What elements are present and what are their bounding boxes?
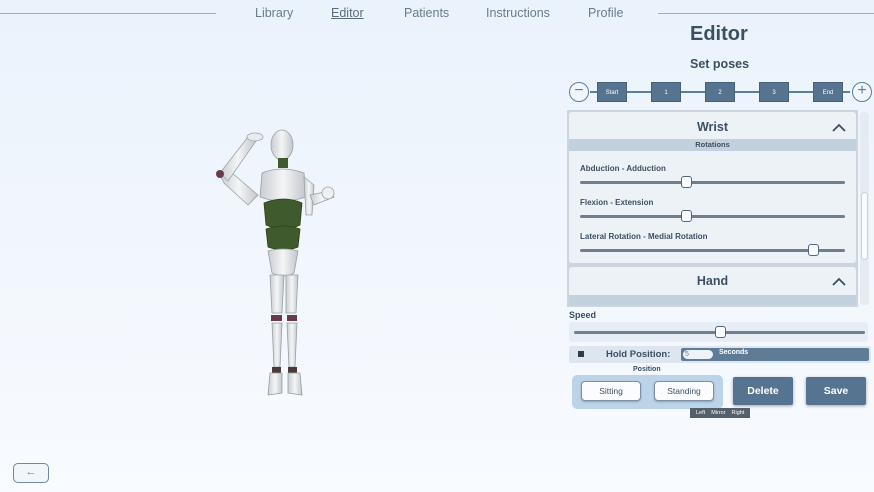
rotation-label: Flexion - Extension bbox=[580, 198, 654, 207]
rotation-label: Abduction - Adduction bbox=[580, 164, 666, 173]
slider-thumb[interactable] bbox=[714, 326, 726, 338]
save-button[interactable]: Save bbox=[806, 377, 866, 405]
hand-title: Hand bbox=[696, 274, 729, 288]
position-group: Sitting Standing bbox=[572, 375, 723, 409]
set-poses-heading: Set poses bbox=[690, 57, 750, 71]
page-title: Editor bbox=[690, 23, 748, 45]
pose-end-button[interactable]: End bbox=[813, 82, 843, 102]
slider-thumb[interactable] bbox=[681, 210, 692, 222]
standing-button[interactable]: Standing bbox=[654, 381, 714, 401]
mannequin-figure bbox=[216, 129, 335, 396]
joint-panel: Wrist Rotations Abduction - Adduction Fl… bbox=[567, 110, 858, 307]
lateral-rotation-slider[interactable] bbox=[580, 244, 845, 256]
nav-patients[interactable]: Patients bbox=[404, 6, 449, 20]
back-button[interactable]: ← bbox=[13, 463, 49, 483]
wrist-title: Wrist bbox=[696, 120, 729, 134]
abduction-slider[interactable] bbox=[580, 176, 845, 188]
panel-scrollbar[interactable] bbox=[860, 112, 869, 305]
top-nav: Library Editor Patients Instructions Pro… bbox=[0, 6, 874, 24]
wrist-card: Wrist Rotations Abduction - Adduction Fl… bbox=[569, 112, 856, 263]
rotations-header: Rotations bbox=[569, 139, 856, 151]
hold-position-label: Hold Position: bbox=[606, 349, 671, 360]
position-title: Position bbox=[633, 366, 661, 373]
nav-editor[interactable]: Editor bbox=[331, 6, 364, 20]
nav-instructions[interactable]: Instructions bbox=[486, 6, 550, 20]
hand-card: Hand bbox=[569, 267, 856, 305]
scrollbar-thumb[interactable] bbox=[861, 192, 868, 260]
plus-circle-icon[interactable]: + bbox=[852, 82, 872, 102]
hold-seconds-input[interactable] bbox=[683, 350, 713, 359]
flexion-slider[interactable] bbox=[580, 210, 845, 222]
pose-start-button[interactable]: Start bbox=[597, 82, 627, 102]
rotation-label: Lateral Rotation - Medial Rotation bbox=[580, 232, 708, 241]
sitting-button[interactable]: Sitting bbox=[581, 381, 641, 401]
tooltip-left[interactable]: Left bbox=[696, 410, 705, 416]
minus-circle-icon[interactable]: − bbox=[569, 82, 589, 102]
nav-profile[interactable]: Profile bbox=[588, 6, 623, 20]
hand-section-strip bbox=[569, 295, 856, 305]
delete-button[interactable]: Delete bbox=[733, 377, 793, 405]
hold-unit-label: Seconds bbox=[719, 349, 749, 356]
nav-library[interactable]: Library bbox=[255, 6, 293, 20]
mannequin-viewport[interactable] bbox=[200, 125, 350, 405]
pose-2-button[interactable]: 2 bbox=[705, 82, 735, 102]
chevron-up-icon[interactable] bbox=[832, 123, 846, 133]
slider-thumb[interactable] bbox=[808, 244, 820, 256]
hold-position-row: Hold Position: Seconds bbox=[569, 346, 871, 363]
chevron-up-icon[interactable] bbox=[832, 277, 846, 287]
hold-checkbox[interactable] bbox=[578, 351, 584, 357]
speed-slider[interactable] bbox=[574, 326, 865, 338]
speed-control bbox=[569, 322, 868, 342]
pose-3-button[interactable]: 3 bbox=[759, 82, 789, 102]
mirror-tooltip: Left Mirror Right bbox=[690, 408, 751, 418]
tooltip-mirror[interactable]: Mirror bbox=[711, 410, 725, 416]
slider-thumb[interactable] bbox=[681, 176, 692, 188]
hold-field: Seconds bbox=[681, 348, 869, 361]
speed-label: Speed bbox=[569, 310, 597, 320]
tooltip-right[interactable]: Right bbox=[732, 410, 745, 416]
pose-1-button[interactable]: 1 bbox=[651, 82, 681, 102]
